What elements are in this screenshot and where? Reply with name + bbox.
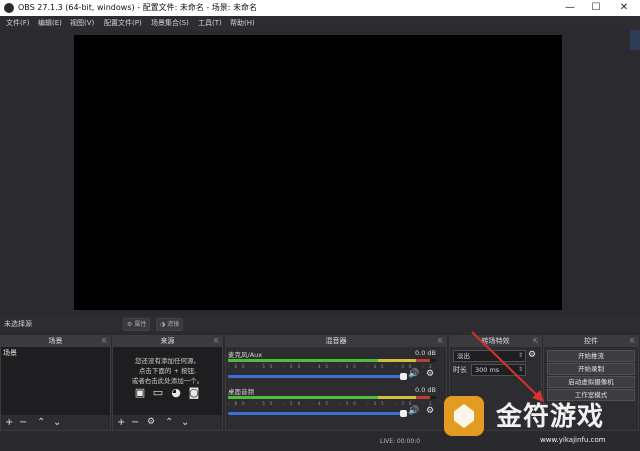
- volume-slider[interactable]: [228, 373, 407, 380]
- image-icon: ▣: [134, 386, 146, 399]
- menu-tools[interactable]: 工具(T): [198, 16, 222, 30]
- properties-label: 属性: [134, 321, 147, 328]
- transition-type-value: 淡出: [457, 352, 470, 360]
- sources-title: 来源: [160, 337, 175, 345]
- mixer-dock-header: 混音器 ⇱: [226, 336, 446, 347]
- undock-icon[interactable]: ⇱: [630, 336, 635, 347]
- source-type-icons: ▣ ▭ ◕ ◙: [133, 387, 213, 401]
- gear-icon: ⚙: [127, 321, 133, 328]
- obs-window: OBS 27.1.3 (64-bit, windows) - 配置文件: 未命名…: [0, 0, 640, 451]
- start-streaming-button[interactable]: 开始推流: [547, 350, 635, 362]
- duration-label: 时长: [453, 366, 467, 374]
- move-up-icon[interactable]: ⌃: [165, 415, 173, 430]
- controls-title: 控件: [584, 337, 598, 345]
- level-meter: [228, 359, 436, 362]
- camera-icon: ◙: [188, 386, 200, 399]
- title-bar: OBS 27.1.3 (64-bit, windows) - 配置文件: 未命名…: [0, 0, 640, 16]
- minimize-button[interactable]: —: [556, 0, 584, 16]
- speaker-icon[interactable]: 🔊: [408, 369, 419, 379]
- channel-db: 0.0 dB: [415, 349, 436, 357]
- list-item[interactable]: 场景: [3, 348, 107, 358]
- gear-icon[interactable]: ⚙: [147, 415, 155, 430]
- move-down-icon[interactable]: ⌄: [53, 415, 61, 430]
- start-recording-button[interactable]: 开始录制: [547, 363, 635, 375]
- hint-line: 您还没有添加任何源。: [135, 357, 200, 365]
- hint-line: 或者右击此处添加一个。: [131, 377, 204, 385]
- scenes-toolbar: + − ⌃ ⌄: [1, 415, 110, 430]
- menu-file[interactable]: 文件(F): [6, 16, 30, 30]
- obs-logo-icon: [4, 3, 14, 13]
- window-title: OBS 27.1.3 (64-bit, windows) - 配置文件: 未命名…: [18, 3, 258, 12]
- sources-dock-header: 来源 ⇱: [113, 336, 222, 347]
- controls-dock-header: 控件 ⇱: [544, 336, 638, 347]
- undock-icon[interactable]: ⇱: [102, 336, 107, 347]
- move-down-icon[interactable]: ⌄: [181, 415, 189, 430]
- menu-edit[interactable]: 编辑(E): [38, 16, 62, 30]
- scenes-title: 场景: [48, 337, 63, 345]
- mixer-channel-desktop: 桌面音频 0.0 dB -60 -55 -50 -45 -40 -35 -30 …: [228, 386, 444, 426]
- filters-button[interactable]: ◑ 滤镜: [156, 318, 184, 331]
- filters-label: 滤镜: [167, 321, 180, 328]
- volume-slider[interactable]: [228, 410, 407, 417]
- filter-icon: ◑: [160, 321, 166, 328]
- live-timer: LIVE: 00:00:0: [380, 438, 421, 445]
- speaker-icon[interactable]: 🔊: [408, 406, 419, 416]
- mixer-channel-mic: 麦克风/Aux 0.0 dB -60 -55 -50 -45 -40 -35 -…: [228, 349, 444, 389]
- properties-button[interactable]: ⚙ 属性: [123, 318, 151, 331]
- channel-name: 麦克风/Aux: [228, 351, 263, 359]
- move-up-icon[interactable]: ⌃: [37, 415, 45, 430]
- watermark-logo-icon: [444, 396, 484, 436]
- add-icon[interactable]: +: [5, 415, 13, 430]
- mixer-title: 混音器: [325, 337, 347, 345]
- watermark: 金符游戏 www.yikajinfu.com: [430, 392, 640, 451]
- level-meter: [228, 396, 436, 399]
- watermark-url: www.yikajinfu.com: [540, 436, 606, 444]
- monitor-icon: ▭: [152, 386, 164, 399]
- meter-scale: -60 -55 -50 -45 -40 -35 -30 -25 -20 -15 …: [228, 364, 436, 369]
- menu-view[interactable]: 视图(V): [70, 16, 94, 30]
- gear-icon[interactable]: ⚙: [426, 369, 434, 379]
- scenes-dock: 场景 ⇱ 场景 + − ⌃ ⌄: [0, 335, 111, 431]
- add-icon[interactable]: +: [117, 415, 125, 430]
- sources-toolbar: + − ⚙ ⌃ ⌄: [113, 415, 222, 430]
- close-button[interactable]: ✕: [610, 0, 638, 16]
- meter-scale: -60 -55 -50 -45 -40 -35 -30 -25 -20 -15 …: [228, 401, 436, 406]
- undock-icon[interactable]: ⇱: [438, 336, 443, 347]
- empty-sources-hint: 您还没有添加任何源。 点击下面的 + 按钮, 或者右击此处添加一个。: [113, 356, 222, 386]
- channel-name: 桌面音频: [228, 388, 254, 396]
- menu-scene-collection[interactable]: 场景集合(S): [151, 16, 189, 30]
- menu-help[interactable]: 帮助(H): [230, 16, 255, 30]
- menu-bar: 文件(F) 编辑(E) 视图(V) 配置文件(P) 场景集合(S) 工具(T) …: [0, 16, 640, 30]
- desktop-edge: [630, 30, 640, 50]
- maximize-button[interactable]: ☐: [582, 0, 610, 16]
- menu-profile[interactable]: 配置文件(P): [104, 16, 142, 30]
- preview-canvas[interactable]: [74, 35, 562, 310]
- no-source-label: 未选择源: [4, 320, 32, 328]
- audio-mixer-dock: 混音器 ⇱ 麦克风/Aux 0.0 dB -60 -55 -50 -45 -40…: [225, 335, 447, 431]
- watermark-title: 金符游戏: [496, 402, 605, 432]
- globe-icon: ◕: [171, 386, 181, 399]
- scenes-dock-header: 场景 ⇱: [1, 336, 110, 347]
- undock-icon[interactable]: ⇱: [214, 336, 219, 347]
- start-virtual-camera-button[interactable]: 启动虚拟摄像机: [547, 376, 635, 388]
- remove-icon[interactable]: −: [19, 415, 27, 430]
- hint-line: 点击下面的 + 按钮,: [138, 367, 197, 375]
- remove-icon[interactable]: −: [131, 415, 139, 430]
- sources-dock: 来源 ⇱ 您还没有添加任何源。 点击下面的 + 按钮, 或者右击此处添加一个。 …: [112, 335, 223, 431]
